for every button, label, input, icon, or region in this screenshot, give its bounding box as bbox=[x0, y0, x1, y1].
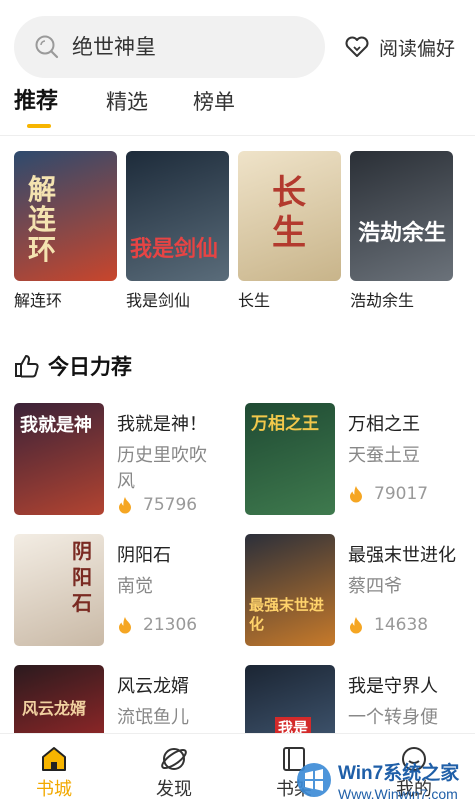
list-item[interactable]: 最强末世进化 最强末世进化 蔡四爷 14638 bbox=[245, 534, 475, 646]
nav-label: 发现 bbox=[156, 779, 192, 800]
book-title: 阴阳石 bbox=[117, 545, 171, 566]
book-author: 一个转身便 bbox=[348, 707, 438, 728]
book-title: 风云龙婿 bbox=[117, 676, 189, 697]
book-cover: 解连环 bbox=[14, 151, 117, 281]
popularity: 75796 bbox=[117, 495, 197, 515]
book-title: 我是剑仙 bbox=[126, 291, 191, 310]
featured-book[interactable]: 长生 长生 bbox=[238, 151, 341, 312]
popularity-count: 79017 bbox=[374, 484, 429, 504]
popularity: 21306 bbox=[117, 615, 197, 635]
nav-bookstore[interactable]: 书城 bbox=[24, 744, 84, 802]
popularity-count: 75796 bbox=[143, 495, 198, 515]
search-icon bbox=[35, 35, 59, 59]
book-author: 流氓鱼儿 bbox=[117, 707, 189, 728]
book-cover: 阴阳石 bbox=[14, 534, 104, 646]
reading-preference-label: 阅读偏好 bbox=[379, 37, 456, 60]
tab-recommend[interactable]: 推荐 bbox=[14, 88, 58, 116]
tab-ranking[interactable]: 榜单 bbox=[193, 88, 235, 116]
active-tab-indicator bbox=[27, 124, 51, 128]
book-title: 解连环 bbox=[14, 291, 63, 310]
fire-icon bbox=[119, 497, 131, 514]
book-cover: 浩劫余生 bbox=[350, 151, 453, 281]
book-cover: 万相之王 bbox=[245, 403, 335, 515]
book-title: 万相之王 bbox=[348, 414, 420, 435]
heart-icon bbox=[345, 36, 369, 57]
top-tabs: 推荐 精选 榜单 bbox=[0, 88, 475, 128]
section-header: 今日力荐 bbox=[14, 351, 132, 381]
section-title: 今日力荐 bbox=[48, 355, 132, 379]
nav-label: 书城 bbox=[36, 779, 72, 800]
fire-icon bbox=[119, 617, 131, 634]
book-cover: 我就是神 bbox=[14, 403, 104, 515]
popularity: 79017 bbox=[348, 484, 428, 504]
fire-icon bbox=[350, 617, 362, 634]
featured-book[interactable]: 我是剑仙 我是剑仙 bbox=[126, 151, 229, 312]
cover-title-text: 最强末世进化 bbox=[249, 596, 325, 633]
cover-title-text: 万相之王 bbox=[251, 414, 319, 434]
popularity-count: 21306 bbox=[143, 615, 198, 635]
watermark-logo: Win7系统之家 Www.Winwin7.com bbox=[297, 761, 460, 802]
book-title: 浩劫余生 bbox=[350, 291, 415, 310]
book-author: 蔡四爷 bbox=[348, 576, 402, 597]
book-author: 历史里吹吹风 bbox=[117, 445, 207, 492]
watermark-url: Www.Winwin7.com bbox=[338, 786, 458, 802]
book-author: 天蚕土豆 bbox=[348, 445, 420, 466]
book-cover: 长生 bbox=[238, 151, 341, 281]
reading-preference-button[interactable]: 阅读偏好 bbox=[344, 33, 455, 61]
cover-title-text: 我是剑仙 bbox=[130, 236, 219, 262]
watermark-title: Win7系统之家 bbox=[338, 761, 460, 784]
cover-title-text: 浩劫余生 bbox=[358, 220, 447, 246]
thumbs-up-icon bbox=[15, 355, 39, 378]
planet-icon bbox=[161, 748, 187, 770]
book-title: 我是守界人 bbox=[348, 676, 438, 697]
book-title: 我就是神！ bbox=[117, 414, 207, 435]
nav-discover[interactable]: 发现 bbox=[144, 744, 204, 802]
cover-title-text: 我就是神 bbox=[20, 415, 92, 436]
list-item[interactable]: 万相之王 万相之王 天蚕土豆 79017 bbox=[245, 403, 475, 515]
tab-featured[interactable]: 精选 bbox=[106, 88, 148, 116]
book-cover: 最强末世进化 bbox=[245, 534, 335, 646]
cover-title-text: 解连环 bbox=[28, 173, 57, 266]
book-author: 南觉 bbox=[117, 576, 153, 597]
header-divider bbox=[0, 135, 475, 136]
cover-title-text: 长生 bbox=[272, 173, 306, 253]
book-title: 长生 bbox=[238, 291, 271, 310]
search-query-text: 绝世神皇 bbox=[72, 35, 156, 59]
home-icon bbox=[42, 747, 66, 771]
popularity-count: 14638 bbox=[374, 615, 429, 635]
list-item[interactable]: 阴阳石 阴阳石 南觉 21306 bbox=[14, 534, 244, 646]
book-title: 最强末世进化 bbox=[348, 545, 456, 566]
featured-book[interactable]: 浩劫余生 浩劫余生 bbox=[350, 151, 453, 312]
featured-book[interactable]: 解连环 解连环 bbox=[14, 151, 117, 312]
popularity: 14638 bbox=[348, 615, 428, 635]
cover-title-text: 风云龙婿 bbox=[22, 699, 87, 718]
book-cover: 我是剑仙 bbox=[126, 151, 229, 281]
fire-icon bbox=[350, 486, 362, 503]
cover-title-text: 阴阳石 bbox=[72, 539, 92, 615]
search-bar[interactable]: 绝世神皇 bbox=[14, 16, 325, 78]
list-item[interactable]: 我就是神 我就是神！ 历史里吹吹风 75796 bbox=[14, 403, 244, 515]
